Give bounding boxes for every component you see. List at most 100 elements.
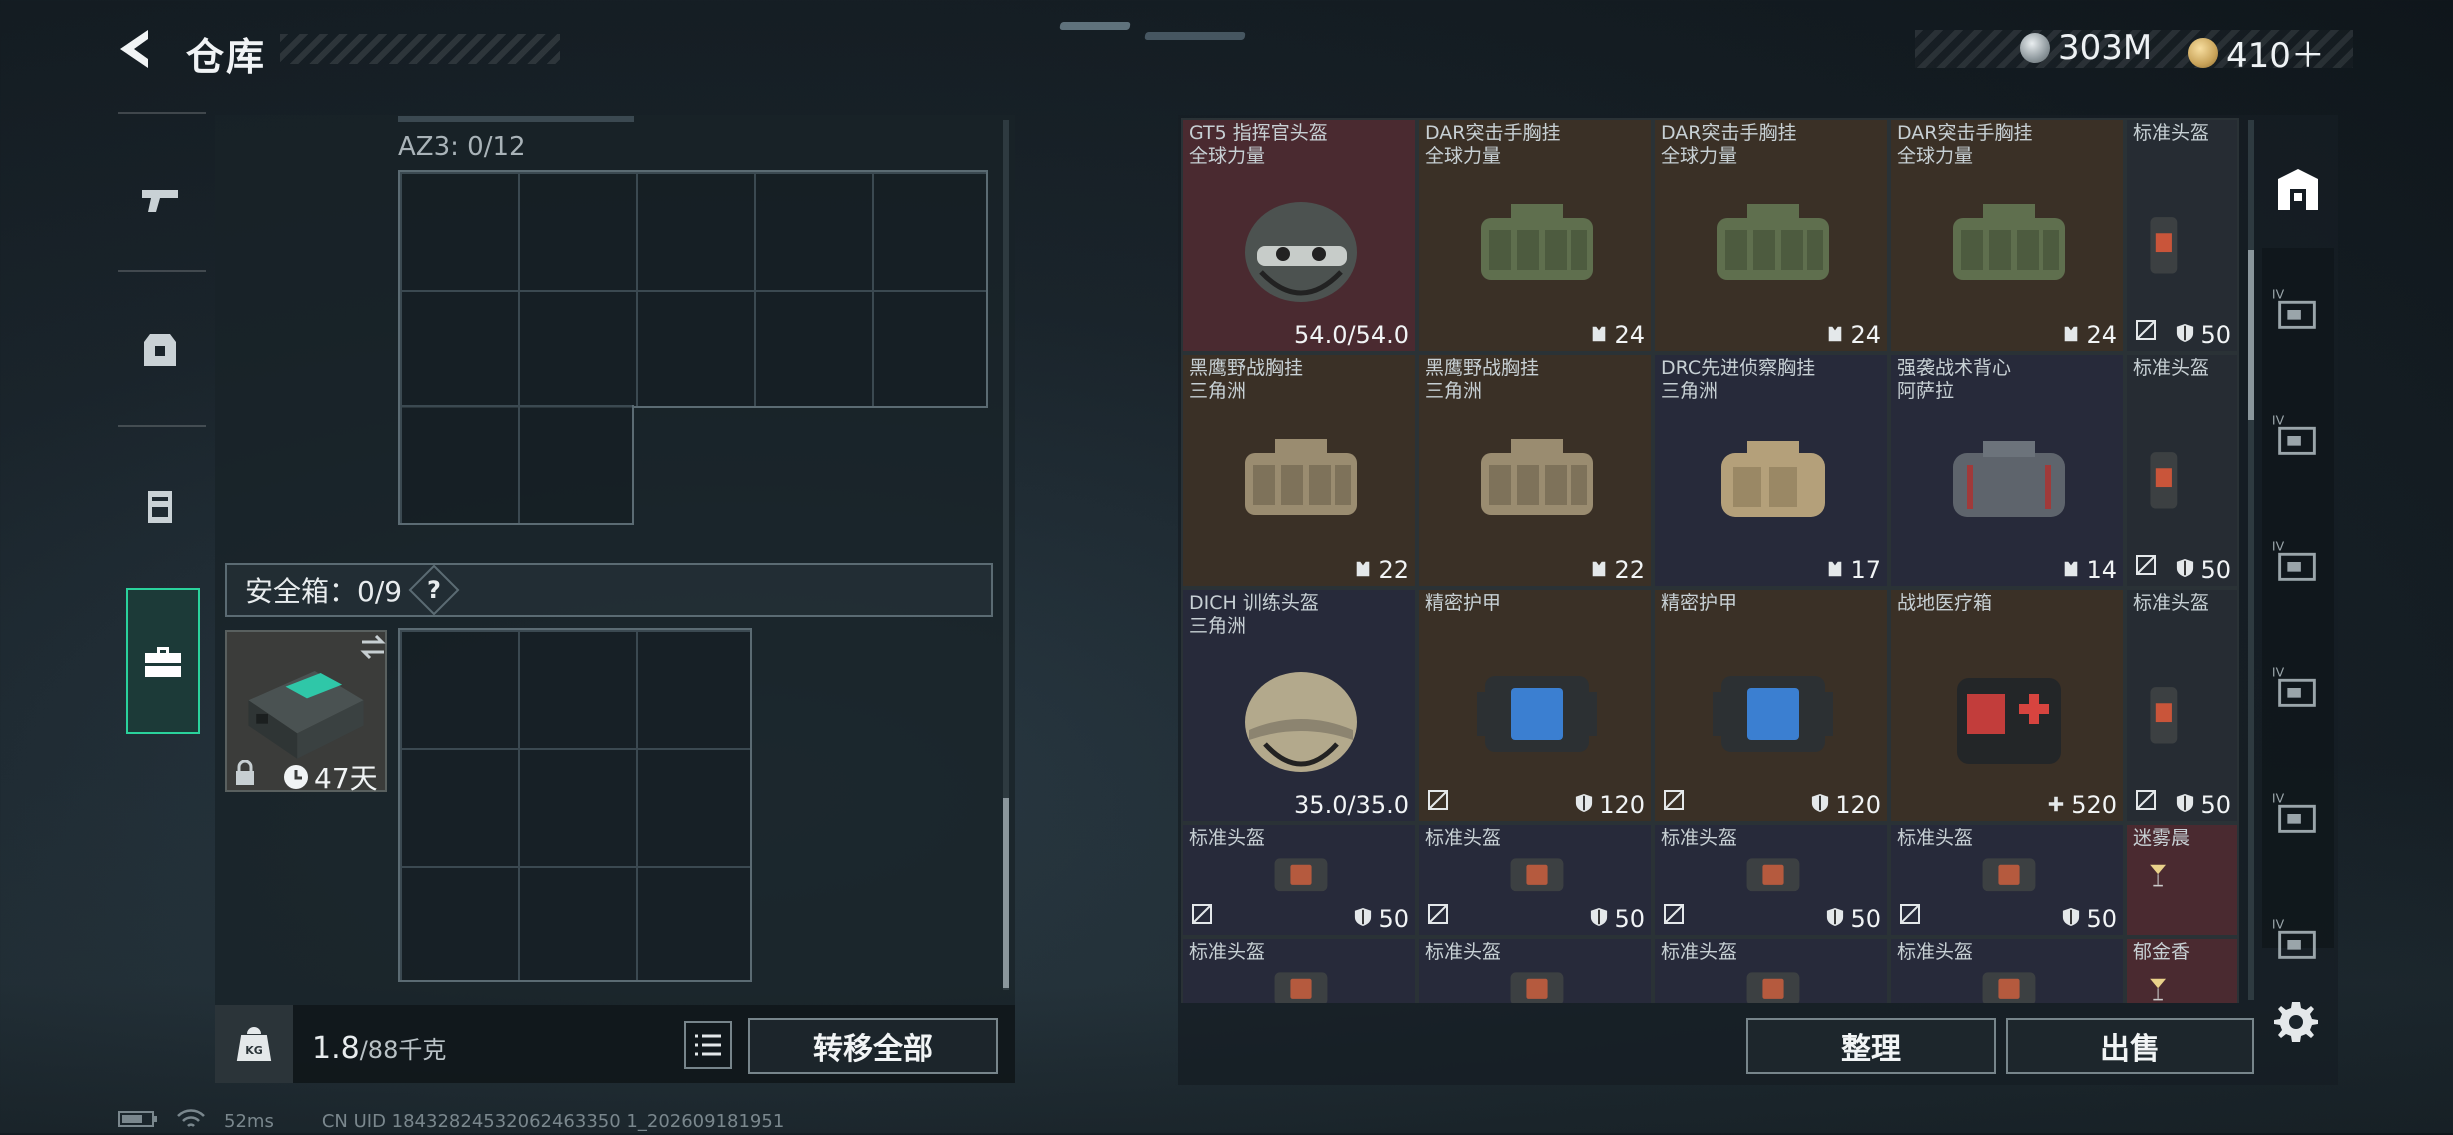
list-view-button[interactable] bbox=[684, 1021, 732, 1069]
nav-divider bbox=[118, 425, 206, 427]
stash-item[interactable]: DRC先进侦察胸挂 三角洲 17 bbox=[1653, 353, 1889, 588]
carry-weight: 1.8/88千克 bbox=[312, 1030, 446, 1066]
stash-item[interactable]: 标准头盔 50 bbox=[1653, 823, 1889, 937]
item-name: DRC先进侦察胸挂 三角洲 bbox=[1661, 357, 1815, 403]
stash-item[interactable]: 精密护甲 120 bbox=[1417, 588, 1653, 823]
nav-backpack[interactable] bbox=[112, 445, 208, 565]
item-icon-armor-wide bbox=[1746, 972, 1800, 1003]
user-uid: CN UID 18432824532062463350 1_2026091819… bbox=[321, 1111, 785, 1132]
stash-page-icon: IV bbox=[2272, 286, 2316, 329]
shield-icon bbox=[1354, 905, 1372, 933]
sell-button[interactable]: 出售 bbox=[2006, 1018, 2254, 1074]
stash-item[interactable]: 迷雾晨 bbox=[2125, 823, 2239, 937]
stash-item[interactable]: 标准头盔 bbox=[1417, 937, 1653, 1003]
item-name: 标准头盔 bbox=[2133, 592, 2209, 615]
item-name-line: 郁金香 bbox=[2133, 941, 2191, 963]
tab-all-stash[interactable] bbox=[2258, 140, 2338, 240]
stash-item[interactable]: 标准头盔 bbox=[1889, 937, 2125, 1003]
stash-item[interactable]: 郁金香 bbox=[2125, 937, 2239, 1003]
stash-item[interactable]: 标准头盔 50 bbox=[1181, 823, 1417, 937]
item-icon-vest-green bbox=[1481, 203, 1593, 280]
organize-button[interactable]: 整理 bbox=[1746, 1018, 1996, 1074]
help-icon[interactable]: ? bbox=[408, 564, 460, 616]
item-value-text: 520 bbox=[2071, 791, 2117, 819]
item-value-text: 50 bbox=[1850, 905, 1881, 933]
item-name: DICH 训练头盔 三角洲 bbox=[1189, 592, 1319, 638]
stash-item[interactable]: 精密护甲 120 bbox=[1653, 588, 1889, 823]
container-grid[interactable] bbox=[398, 170, 988, 408]
stash-item[interactable]: 黑鹰野战胸挂 三角洲 22 bbox=[1417, 353, 1653, 588]
broken-durability-icon bbox=[1663, 789, 1685, 815]
stash-item[interactable]: 标准头盔 50 bbox=[2125, 353, 2239, 588]
stash-item[interactable]: 战地医疗箱 520 bbox=[1889, 588, 2125, 823]
shield-icon bbox=[1590, 905, 1608, 933]
item-name-line: 标准头盔 bbox=[1897, 941, 1974, 963]
item-value: 120 bbox=[1811, 791, 1881, 819]
stash-page-tab[interactable]: IV bbox=[2260, 255, 2334, 365]
item-icon-armor-wide bbox=[1274, 858, 1328, 892]
item-value-text: 35.0/35.0 bbox=[1294, 791, 1409, 819]
nav-safe-box[interactable] bbox=[126, 588, 200, 734]
item-name-line: 标准头盔 bbox=[2133, 592, 2210, 614]
vest-icon bbox=[1826, 556, 1844, 584]
broken-durability-icon bbox=[2135, 554, 2157, 580]
item-name: DAR突击手胸挂 全球力量 bbox=[1897, 122, 2033, 168]
stash-page-tab[interactable]: IV bbox=[2260, 381, 2334, 491]
item-value: 24 bbox=[1826, 321, 1881, 349]
stash-item[interactable]: 黑鹰野战胸挂 三角洲 22 bbox=[1181, 353, 1417, 588]
right-scrollbar-thumb[interactable] bbox=[2248, 250, 2254, 420]
nav-vest[interactable] bbox=[112, 290, 208, 410]
stash-page-tab[interactable]: IV bbox=[2260, 885, 2334, 995]
stash-items-grid: GT5 指挥官头盔 全球力量 54.0/54.0 DAR突击手胸挂 全球力量 24 DAR突… bbox=[1181, 118, 2239, 1003]
briefcase-icon bbox=[145, 647, 181, 677]
stash-page-tab[interactable]: IV bbox=[2260, 759, 2334, 869]
item-name: 标准头盔 bbox=[1897, 941, 1973, 964]
stash-item[interactable]: DAR突击手胸挂 全球力量 24 bbox=[1653, 118, 1889, 353]
stash-item[interactable]: DICH 训练头盔 三角洲 35.0/35.0 bbox=[1181, 588, 1417, 823]
stash-item[interactable]: GT5 指挥官头盔 全球力量 54.0/54.0 bbox=[1181, 118, 1417, 353]
item-name: GT5 指挥官头盔 全球力量 bbox=[1189, 122, 1328, 168]
item-icon-armor-wide bbox=[1510, 858, 1564, 892]
settings-gear-icon[interactable] bbox=[2272, 998, 2320, 1050]
item-value: 50 bbox=[2176, 556, 2231, 584]
item-value-text: 120 bbox=[1835, 791, 1881, 819]
safe-box-grid[interactable] bbox=[398, 628, 752, 982]
back-arrow-icon[interactable] bbox=[112, 26, 158, 72]
stash-item[interactable]: DAR突击手胸挂 全球力量 24 bbox=[1889, 118, 2125, 353]
stash-item[interactable]: 标准头盔 50 bbox=[2125, 118, 2239, 353]
stash-item[interactable]: 标准头盔 bbox=[1181, 937, 1417, 1003]
item-name-line: 标准头盔 bbox=[1661, 941, 1738, 963]
stash-item[interactable]: DAR突击手胸挂 全球力量 24 bbox=[1417, 118, 1653, 353]
item-name-line: 标准头盔 bbox=[1425, 941, 1502, 963]
item-icon-armor-blue bbox=[1713, 675, 1833, 752]
item-origin: 三角洲 bbox=[1189, 615, 1247, 637]
safe-days: 47天 bbox=[314, 762, 378, 795]
item-origin: 阿萨拉 bbox=[1897, 380, 1955, 402]
item-name-line: 黑鹰野战胸挂 bbox=[1189, 357, 1304, 379]
left-scrollbar-thumb[interactable] bbox=[1003, 798, 1009, 988]
transfer-all-button[interactable]: 转移全部 bbox=[748, 1018, 998, 1074]
gold-currency[interactable]: 410＋ bbox=[2188, 28, 2325, 77]
container-grid-extra[interactable] bbox=[398, 405, 634, 525]
stash-item[interactable]: 标准头盔 50 bbox=[1417, 823, 1653, 937]
stash-item[interactable]: 标准头盔 bbox=[1653, 937, 1889, 1003]
stash-page-tab[interactable]: IV bbox=[2260, 633, 2334, 743]
item-name-line: 标准头盔 bbox=[1661, 827, 1738, 849]
svg-text:KG: KG bbox=[245, 1044, 263, 1057]
item-name: 精密护甲 bbox=[1661, 592, 1737, 615]
item-origin: 三角洲 bbox=[1189, 380, 1247, 402]
stash-item[interactable]: 标准头盔 50 bbox=[1889, 823, 2125, 937]
item-name: 标准头盔 bbox=[1425, 827, 1501, 850]
item-value: 520 bbox=[2047, 791, 2117, 819]
stash-item[interactable]: 标准头盔 50 bbox=[2125, 588, 2239, 823]
item-name: 标准头盔 bbox=[1661, 941, 1737, 964]
lock-icon bbox=[234, 759, 256, 790]
top-container-edge bbox=[398, 116, 634, 122]
nav-weapons[interactable] bbox=[112, 140, 208, 260]
ceiling-light bbox=[1059, 22, 1131, 30]
svg-text:IV: IV bbox=[2272, 790, 2285, 805]
shield-icon bbox=[1575, 791, 1593, 819]
swap-icon[interactable] bbox=[358, 634, 388, 664]
stash-page-tab[interactable]: IV bbox=[2260, 507, 2334, 617]
stash-item[interactable]: 强袭战术背心 阿萨拉 14 bbox=[1889, 353, 2125, 588]
